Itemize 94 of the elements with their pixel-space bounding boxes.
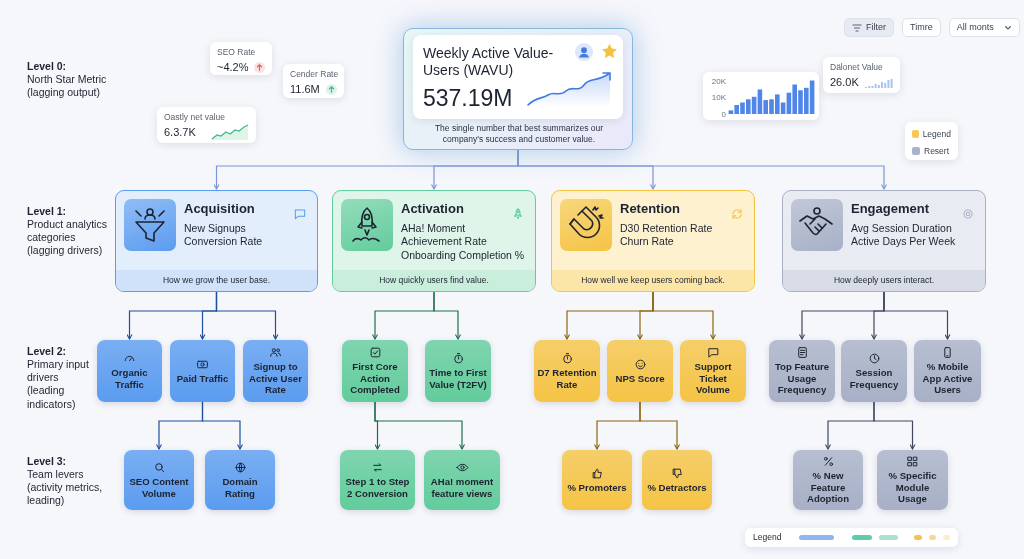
metric-label: Cender Rate	[290, 68, 337, 81]
refresh-icon	[730, 206, 744, 221]
users-icon	[269, 346, 282, 360]
time-button[interactable]: Timre	[902, 18, 941, 37]
metric-label: % Promoters	[567, 481, 627, 494]
category-title: Acquisition	[184, 200, 255, 218]
metric-label: New Signups	[184, 221, 246, 236]
metric-label: Top Feature Usage Frequency	[773, 361, 831, 396]
metric-label: NPS Score	[615, 372, 665, 385]
chat-icon	[706, 346, 720, 360]
filter-button[interactable]: Filter	[844, 18, 894, 37]
swap-icon	[371, 461, 384, 474]
phone-icon	[941, 346, 954, 360]
up-arrow-icon	[254, 61, 265, 73]
metric-label: Step 1 to Step 2 Conversion	[344, 476, 411, 499]
dropdown[interactable]: All monts	[948, 18, 1020, 37]
metric-label: Avg Session Duration	[851, 221, 952, 236]
metric-label: Domain Rating	[221, 476, 259, 499]
star-icon	[601, 43, 618, 60]
metric-label: Signup to Active User Rate	[248, 361, 303, 396]
metric-label: Onboarding Completion %	[401, 248, 525, 263]
metric-label: Conversion Rate	[184, 235, 263, 249]
legend-label: Resert	[924, 144, 950, 158]
connector-arrow	[873, 401, 916, 450]
metric-label: Time to First Value (T2FV)	[428, 367, 488, 390]
metric-value: ~4.2%	[217, 59, 249, 75]
filter-icon	[852, 23, 862, 32]
level-label: Level 1: Product analytics categories (lagging drivers)	[27, 205, 107, 258]
category-description: How quickly users find value.	[333, 270, 535, 291]
metric-label: Organic Traffic	[110, 367, 149, 390]
level-label: Level 2: Primary input drivers (leading indicators)	[27, 345, 89, 411]
metric-value: 6.3.7K	[164, 124, 196, 140]
metric-label: First Core Action Completed	[349, 361, 401, 396]
checkbox-icon	[368, 346, 382, 360]
metric-label: SEO Content Volume	[128, 476, 190, 499]
description-text: The single number that best summarizes our company's success and customer value.	[433, 123, 605, 145]
metric-label: Oastly net value	[164, 111, 226, 124]
metric-label: SEO Rate	[217, 46, 257, 59]
metric-value: 26.0K	[830, 74, 859, 90]
metric-value: 11.6M	[290, 81, 320, 97]
mini-bar-sparkline	[865, 76, 893, 88]
chat-icon	[293, 206, 307, 221]
category-description: How deeply users interact.	[783, 270, 985, 291]
metric-label: Dälonet Value	[830, 61, 884, 74]
user-avatar-icon	[575, 43, 593, 61]
metric-value: 537.19M	[423, 84, 513, 113]
metric-label: % Detractors	[647, 481, 707, 494]
handshake-icon	[791, 199, 843, 251]
thumbs-up-icon	[590, 466, 604, 480]
axis-tick-label: 0	[721, 109, 726, 119]
category-description: How well we keep users coming back.	[552, 270, 754, 291]
search-icon	[152, 461, 166, 474]
metric-label: Active Days Per Week	[851, 235, 956, 249]
metric-label: AHa! Moment Achievement Rate	[401, 221, 488, 249]
connector-arrow	[201, 401, 244, 450]
percent-icon	[821, 455, 835, 469]
metric-label: Churn Rate	[620, 235, 674, 249]
document-icon	[795, 346, 809, 360]
sparkline	[211, 124, 249, 140]
metric-label: Support Ticket Volume	[693, 361, 733, 396]
smile-icon	[633, 357, 647, 371]
metric-label: % New Feature Adoption	[805, 470, 851, 505]
legend-label: Legend	[922, 128, 951, 141]
category-title: Engagement	[851, 200, 929, 218]
metric-label: Paid Traffic	[176, 372, 229, 385]
eye-icon	[455, 461, 469, 474]
timer-icon	[560, 352, 574, 365]
globe-icon	[233, 461, 247, 474]
metric-label: D7 Retention Rate	[537, 367, 597, 390]
category-title: Retention	[620, 200, 680, 218]
rocket-icon	[511, 206, 525, 221]
clock-icon	[867, 352, 881, 365]
funnel-icon	[124, 199, 176, 251]
axis-tick-label: 20K	[711, 77, 726, 87]
up-arrow-icon	[326, 83, 337, 95]
connector-arrow	[639, 401, 681, 450]
axis-tick-label: 10K	[711, 93, 726, 103]
caret-icon	[1003, 24, 1012, 31]
metric-label: AHa! moment feature views	[429, 476, 495, 499]
category-description: How we grow the user base.	[116, 270, 317, 291]
magnet-icon	[560, 199, 612, 251]
metric-label: D30 Retention Rate	[620, 221, 713, 236]
timer-icon	[451, 352, 465, 365]
metric-label: Session Frequency	[848, 367, 900, 390]
category-title: Activation	[401, 200, 464, 218]
legend-label: Legend	[753, 531, 782, 544]
level-label: Level 0: North Star Metric (lagging output)	[27, 60, 107, 100]
metric-label: % Specific Module Usage	[887, 470, 938, 505]
metric-title: Weekly Active Value-Users (WAVU)	[423, 45, 555, 79]
metric-label: % Mobile App Active Users	[921, 361, 974, 396]
thumbs-down-icon	[670, 466, 684, 480]
level-label: Level 3: Team levers (activity metrics, leading)	[27, 455, 103, 508]
grid-icon	[906, 455, 919, 469]
rocket-icon	[341, 199, 393, 251]
